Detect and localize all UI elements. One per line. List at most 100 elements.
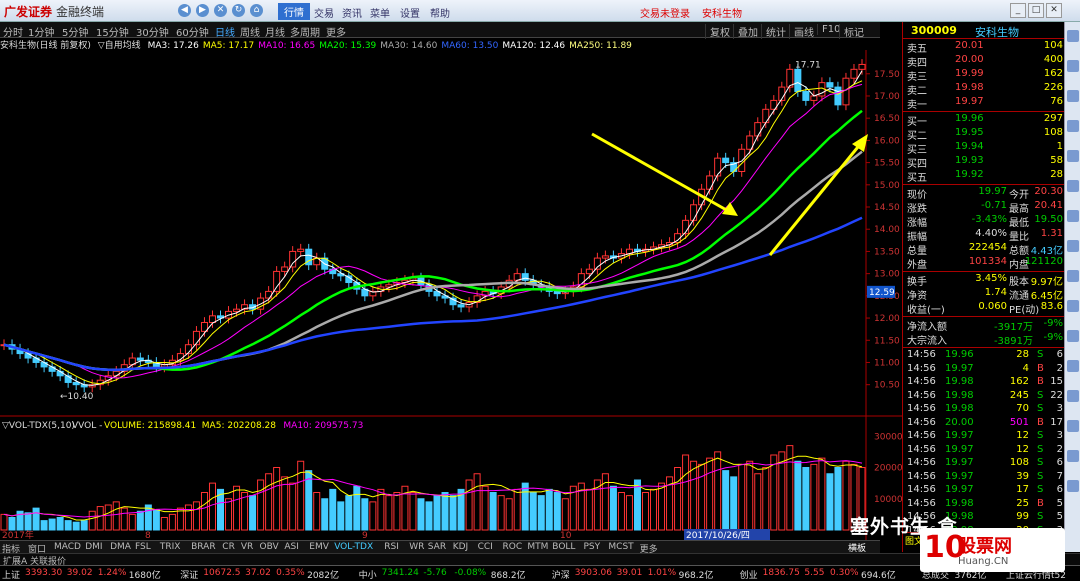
period-5min[interactable]: 5分钟	[62, 24, 88, 39]
note-icon[interactable]	[1067, 300, 1079, 312]
money-icon[interactable]	[1067, 390, 1079, 402]
indicator-tab[interactable]: DMI	[85, 542, 102, 552]
calendar-icon[interactable]	[1067, 270, 1079, 282]
volume-bar	[104, 504, 112, 531]
layout-tag[interactable]: 横板	[848, 541, 866, 554]
refresh-icon[interactable]: ↻	[232, 4, 245, 17]
volume-bar	[730, 476, 738, 531]
indicator-tab[interactable]: FSL	[135, 542, 151, 552]
volume-bar	[561, 498, 569, 531]
candle	[233, 308, 241, 312]
menu-menu[interactable]: 菜单	[370, 5, 390, 20]
ask-price: 19.99	[955, 68, 984, 79]
stock-tab[interactable]: 安科生物	[702, 5, 742, 20]
tool-mark[interactable]: 标记	[839, 24, 864, 39]
period-1min[interactable]: 1分钟	[28, 24, 54, 39]
setting-icon[interactable]	[1067, 480, 1079, 492]
login-status[interactable]: 交易未登录	[640, 5, 690, 20]
maximize-icon[interactable]: □	[1028, 3, 1044, 18]
indicator-tab[interactable]: BOLL	[552, 542, 575, 552]
link-icon[interactable]	[1067, 360, 1079, 372]
period-more[interactable]: 更多	[326, 24, 346, 39]
menu-settings[interactable]: 设置	[400, 5, 420, 20]
bell-icon[interactable]	[1067, 120, 1079, 132]
tool-fuquan[interactable]: 复权	[705, 24, 730, 39]
indicator-tab[interactable]: WR	[409, 542, 424, 552]
window-close-icon[interactable]: ✕	[1046, 3, 1062, 18]
indicator-tab[interactable]: MCST	[608, 542, 633, 552]
indicator-tab[interactable]: ROC	[503, 542, 523, 552]
ask-label: 卖一	[907, 100, 927, 111]
volume-bar	[633, 479, 641, 531]
bid-row: 买四 19.93 58	[905, 155, 1065, 170]
indicator-tab[interactable]: CCI	[478, 542, 493, 552]
tool-stats[interactable]: 统计	[761, 24, 786, 39]
price-tick-label: 13.50	[874, 247, 900, 257]
indicator-tab[interactable]: SAR	[428, 542, 446, 552]
bid-vol: 28	[1050, 169, 1063, 180]
kline-chart[interactable]: 17.50 17.00 16.50 16.00 15.50 15.00 14.50 14.00…	[0, 50, 902, 540]
menu-help[interactable]: 帮助	[430, 5, 450, 20]
news-icon[interactable]	[1067, 240, 1079, 252]
menu-news[interactable]: 资讯	[342, 5, 362, 20]
indicator-tab[interactable]: VOL-TDX	[334, 542, 373, 552]
star-icon[interactable]	[1067, 150, 1079, 162]
indicator-tab[interactable]: ASI	[284, 542, 299, 552]
grid-icon[interactable]	[1067, 30, 1079, 42]
period-15min[interactable]: 15分钟	[96, 24, 129, 39]
close-tab-icon[interactable]: ✕	[214, 4, 227, 17]
indicator-tab[interactable]: VR	[241, 542, 253, 552]
period-multi[interactable]: 多周期	[290, 24, 320, 39]
back-icon[interactable]: ◀	[178, 4, 191, 17]
volume-bar	[489, 492, 497, 531]
period-weekly[interactable]: 周线	[240, 24, 260, 39]
indicator-tab[interactable]: BRAR	[191, 542, 215, 552]
indicator-tab[interactable]: MACD	[54, 542, 81, 552]
list-icon[interactable]	[1067, 90, 1079, 102]
volume-bar	[40, 520, 48, 531]
stat-value: 6.45亿	[1030, 291, 1063, 302]
bid-row: 买三 19.94 1	[905, 141, 1065, 156]
chart-icon[interactable]	[1067, 60, 1079, 72]
vol-tick-label: 20000	[874, 464, 902, 474]
indicator-tab[interactable]: DMA	[110, 542, 131, 552]
right-sidebar	[1064, 22, 1080, 552]
indicator-tab[interactable]: MTM	[527, 542, 548, 552]
doc-icon[interactable]	[1067, 420, 1079, 432]
ask-row: 卖五 20.01 104	[905, 40, 1065, 55]
menu-quotes[interactable]: 行情	[278, 3, 310, 20]
user-icon[interactable]	[1067, 180, 1079, 192]
indicator-tab[interactable]: KDJ	[453, 542, 469, 552]
indicator-tab[interactable]: TRIX	[160, 542, 181, 552]
indicator-tab[interactable]: OBV	[260, 542, 279, 552]
period-60min[interactable]: 60分钟	[176, 24, 209, 39]
indicator-tab[interactable]: CR	[222, 542, 235, 552]
period-30min[interactable]: 30分钟	[136, 24, 169, 39]
indicator-tab[interactable]: PSY	[584, 542, 601, 552]
search-icon[interactable]	[1067, 210, 1079, 222]
period-fenshi[interactable]: 分时	[3, 24, 23, 39]
forward-icon[interactable]: ▶	[196, 4, 209, 17]
flag-icon[interactable]	[1067, 450, 1079, 462]
globe-icon[interactable]	[1067, 330, 1079, 342]
tool-f10[interactable]: F10	[817, 24, 840, 35]
price-tick-label: 16.00	[874, 136, 900, 146]
tool-overlay[interactable]: 叠加	[733, 24, 758, 39]
period-monthly[interactable]: 月线	[265, 24, 285, 39]
bid-row: 买五 19.92 28	[905, 169, 1065, 184]
minimize-icon[interactable]: _	[1010, 3, 1026, 18]
ask-price: 20.01	[955, 40, 984, 51]
period-daily[interactable]: 日线	[215, 24, 235, 39]
bid-row: 买一 19.96 297	[905, 113, 1065, 128]
stat-row: 总量 222454 总额 4.43亿	[905, 242, 1065, 257]
indicator-tab[interactable]: RSI	[384, 542, 399, 552]
indicator-tab[interactable]: EMV	[309, 542, 329, 552]
stat-row: 现价 19.97 今开 20.30	[905, 186, 1065, 201]
home-icon[interactable]: ⌂	[250, 4, 263, 17]
stat-label: 现价	[907, 190, 927, 201]
menu-trade[interactable]: 交易	[314, 5, 334, 20]
stat-label: 涨跌	[907, 204, 927, 215]
stat-label: 总量	[907, 246, 927, 257]
tool-draw[interactable]: 画线	[789, 24, 814, 39]
tick-time: 14:56	[907, 376, 936, 387]
